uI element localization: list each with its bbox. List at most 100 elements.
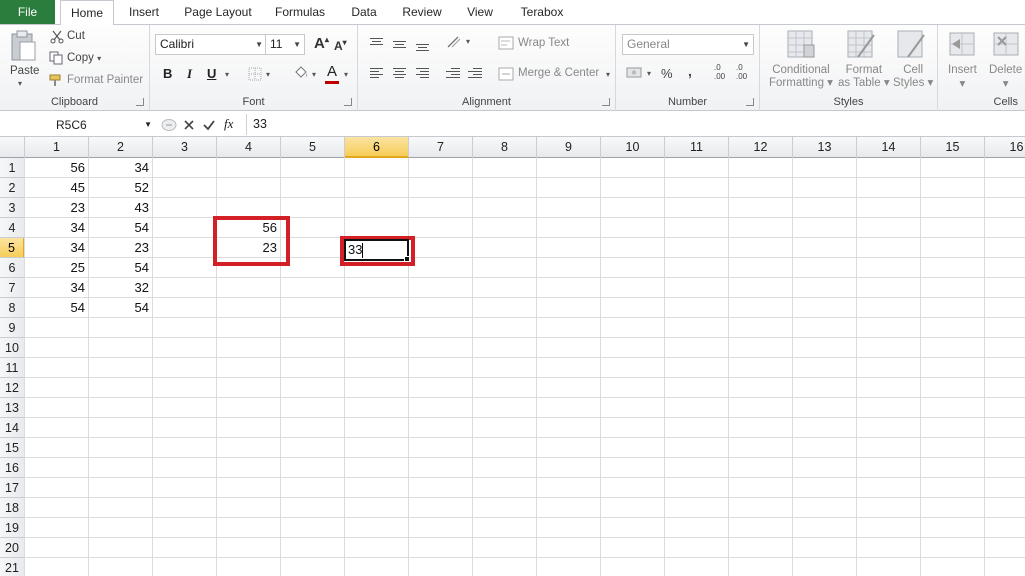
copy-dropdown-icon[interactable]: ▾ [97, 54, 101, 63]
fill-color-icon[interactable] [292, 65, 310, 81]
column-header-11[interactable]: 11 [665, 137, 729, 158]
formula-bar-handle-icon[interactable] [160, 118, 178, 132]
column-header-5[interactable]: 5 [281, 137, 345, 158]
row-header-6[interactable]: 6 [0, 258, 25, 278]
cancel-entry-icon[interactable] [182, 118, 196, 132]
increase-decimal-button[interactable]: .0 .00 [714, 63, 725, 81]
tab-terabox[interactable]: Terabox [512, 0, 572, 25]
cell-r7c1[interactable]: 34 [25, 278, 88, 298]
tab-view[interactable]: View [458, 0, 502, 25]
confirm-entry-icon[interactable] [202, 118, 216, 132]
cell-r6c1[interactable]: 25 [25, 258, 88, 278]
row-header-20[interactable]: 20 [0, 538, 25, 558]
decrease-decimal-button[interactable]: .0 .00 [736, 63, 747, 81]
cell-r4c2[interactable]: 54 [89, 218, 152, 238]
underline-button[interactable]: U [207, 66, 216, 81]
format-as-table-button[interactable]: Format as Table ▾ [838, 64, 890, 90]
tab-page-layout[interactable]: Page Layout [176, 0, 260, 25]
merge-center-button[interactable]: Merge & Center [518, 67, 599, 79]
row-header-5[interactable]: 5 [0, 238, 25, 258]
align-middle-icon[interactable] [393, 39, 406, 50]
align-bottom-icon[interactable] [416, 42, 429, 53]
cell-r4c1[interactable]: 34 [25, 218, 88, 238]
tab-data[interactable]: Data [342, 0, 386, 25]
percent-button[interactable]: % [661, 66, 673, 81]
number-format-combo[interactable]: General ▼ [622, 34, 754, 55]
clipboard-launcher-icon[interactable] [136, 98, 144, 106]
fill-color-dropdown-icon[interactable]: ▾ [312, 70, 316, 79]
cell-r5c1[interactable]: 34 [25, 238, 88, 258]
grow-font-button[interactable]: A▴ [314, 35, 329, 52]
cell-r8c1[interactable]: 54 [25, 298, 88, 318]
row-header-18[interactable]: 18 [0, 498, 25, 518]
currency-icon[interactable] [626, 66, 644, 80]
row-header-7[interactable]: 7 [0, 278, 25, 298]
orientation-icon[interactable] [446, 35, 464, 49]
column-header-12[interactable]: 12 [729, 137, 793, 158]
format-painter-button[interactable]: Format Painter [67, 74, 143, 86]
comma-button[interactable]: , [688, 63, 692, 79]
tab-home[interactable]: Home [60, 0, 114, 26]
paste-label[interactable]: Paste [10, 65, 39, 77]
select-all-corner[interactable] [0, 137, 25, 158]
tab-formulas[interactable]: Formulas [268, 0, 332, 25]
row-header-9[interactable]: 9 [0, 318, 25, 338]
align-left-icon[interactable] [370, 66, 383, 80]
align-right-icon[interactable] [416, 66, 429, 80]
row-header-21[interactable]: 21 [0, 558, 25, 576]
cell-r2c1[interactable]: 45 [25, 178, 88, 198]
column-header-9[interactable]: 9 [537, 137, 601, 158]
delete-button[interactable]: Delete ▾ [989, 64, 1022, 90]
cell-r8c2[interactable]: 54 [89, 298, 152, 318]
cell-r3c1[interactable]: 23 [25, 198, 88, 218]
row-header-4[interactable]: 4 [0, 218, 25, 238]
insert-function-button[interactable]: fx [224, 116, 233, 132]
tab-insert[interactable]: Insert [120, 0, 168, 25]
font-color-dropdown-icon[interactable]: ▾ [344, 70, 348, 79]
tab-file[interactable]: File [0, 0, 55, 24]
row-header-13[interactable]: 13 [0, 398, 25, 418]
align-top-icon[interactable] [370, 36, 383, 47]
column-header-14[interactable]: 14 [857, 137, 921, 158]
orientation-dropdown-icon[interactable]: ▾ [466, 37, 470, 46]
row-header-17[interactable]: 17 [0, 478, 25, 498]
worksheet-grid[interactable]: 1 2 3 4 5 6 7 8 9 10 11 12 13 14 15 16 1 2 3 4 5 6 7 8 9 10 11 12 1… [0, 137, 1025, 576]
cell-r5c2[interactable]: 23 [89, 238, 152, 258]
shrink-font-button[interactable]: A▾ [334, 38, 347, 53]
font-name-combo[interactable]: Calibri ▼ [155, 34, 267, 55]
fill-handle[interactable] [404, 256, 410, 262]
borders-icon[interactable] [248, 67, 262, 81]
column-header-10[interactable]: 10 [601, 137, 665, 158]
paste-icon[interactable] [8, 30, 38, 64]
column-header-3[interactable]: 3 [153, 137, 217, 158]
wrap-text-button[interactable]: Wrap Text [518, 37, 569, 49]
number-launcher-icon[interactable] [746, 98, 754, 106]
cell-r6c2[interactable]: 54 [89, 258, 152, 278]
row-header-16[interactable]: 16 [0, 458, 25, 478]
column-header-4[interactable]: 4 [217, 137, 281, 158]
bold-button[interactable]: B [163, 66, 172, 81]
cell-r1c1[interactable]: 56 [25, 158, 88, 178]
align-center-icon[interactable] [393, 66, 406, 80]
row-header-10[interactable]: 10 [0, 338, 25, 358]
merge-dropdown-icon[interactable]: ▾ [606, 70, 610, 79]
row-header-8[interactable]: 8 [0, 298, 25, 318]
column-header-15[interactable]: 15 [921, 137, 985, 158]
decrease-indent-icon[interactable] [446, 66, 460, 80]
formula-input[interactable]: 33 [246, 114, 1025, 135]
name-box[interactable]: R5C6 ▼ [6, 115, 156, 135]
underline-dropdown-icon[interactable]: ▾ [225, 70, 229, 79]
cell-r2c2[interactable]: 52 [89, 178, 152, 198]
cell-styles-button[interactable]: Cell Styles ▾ [893, 64, 933, 90]
row-header-15[interactable]: 15 [0, 438, 25, 458]
increase-indent-icon[interactable] [468, 66, 482, 80]
row-header-14[interactable]: 14 [0, 418, 25, 438]
cell-r7c2[interactable]: 32 [89, 278, 152, 298]
cell-r1c2[interactable]: 34 [89, 158, 152, 178]
row-header-1[interactable]: 1 [0, 158, 25, 178]
currency-dropdown-icon[interactable]: ▾ [647, 69, 651, 78]
paste-dropdown-icon[interactable]: ▾ [18, 79, 22, 88]
row-header-2[interactable]: 2 [0, 178, 25, 198]
borders-dropdown-icon[interactable]: ▾ [266, 70, 270, 79]
column-header-1[interactable]: 1 [25, 137, 89, 158]
